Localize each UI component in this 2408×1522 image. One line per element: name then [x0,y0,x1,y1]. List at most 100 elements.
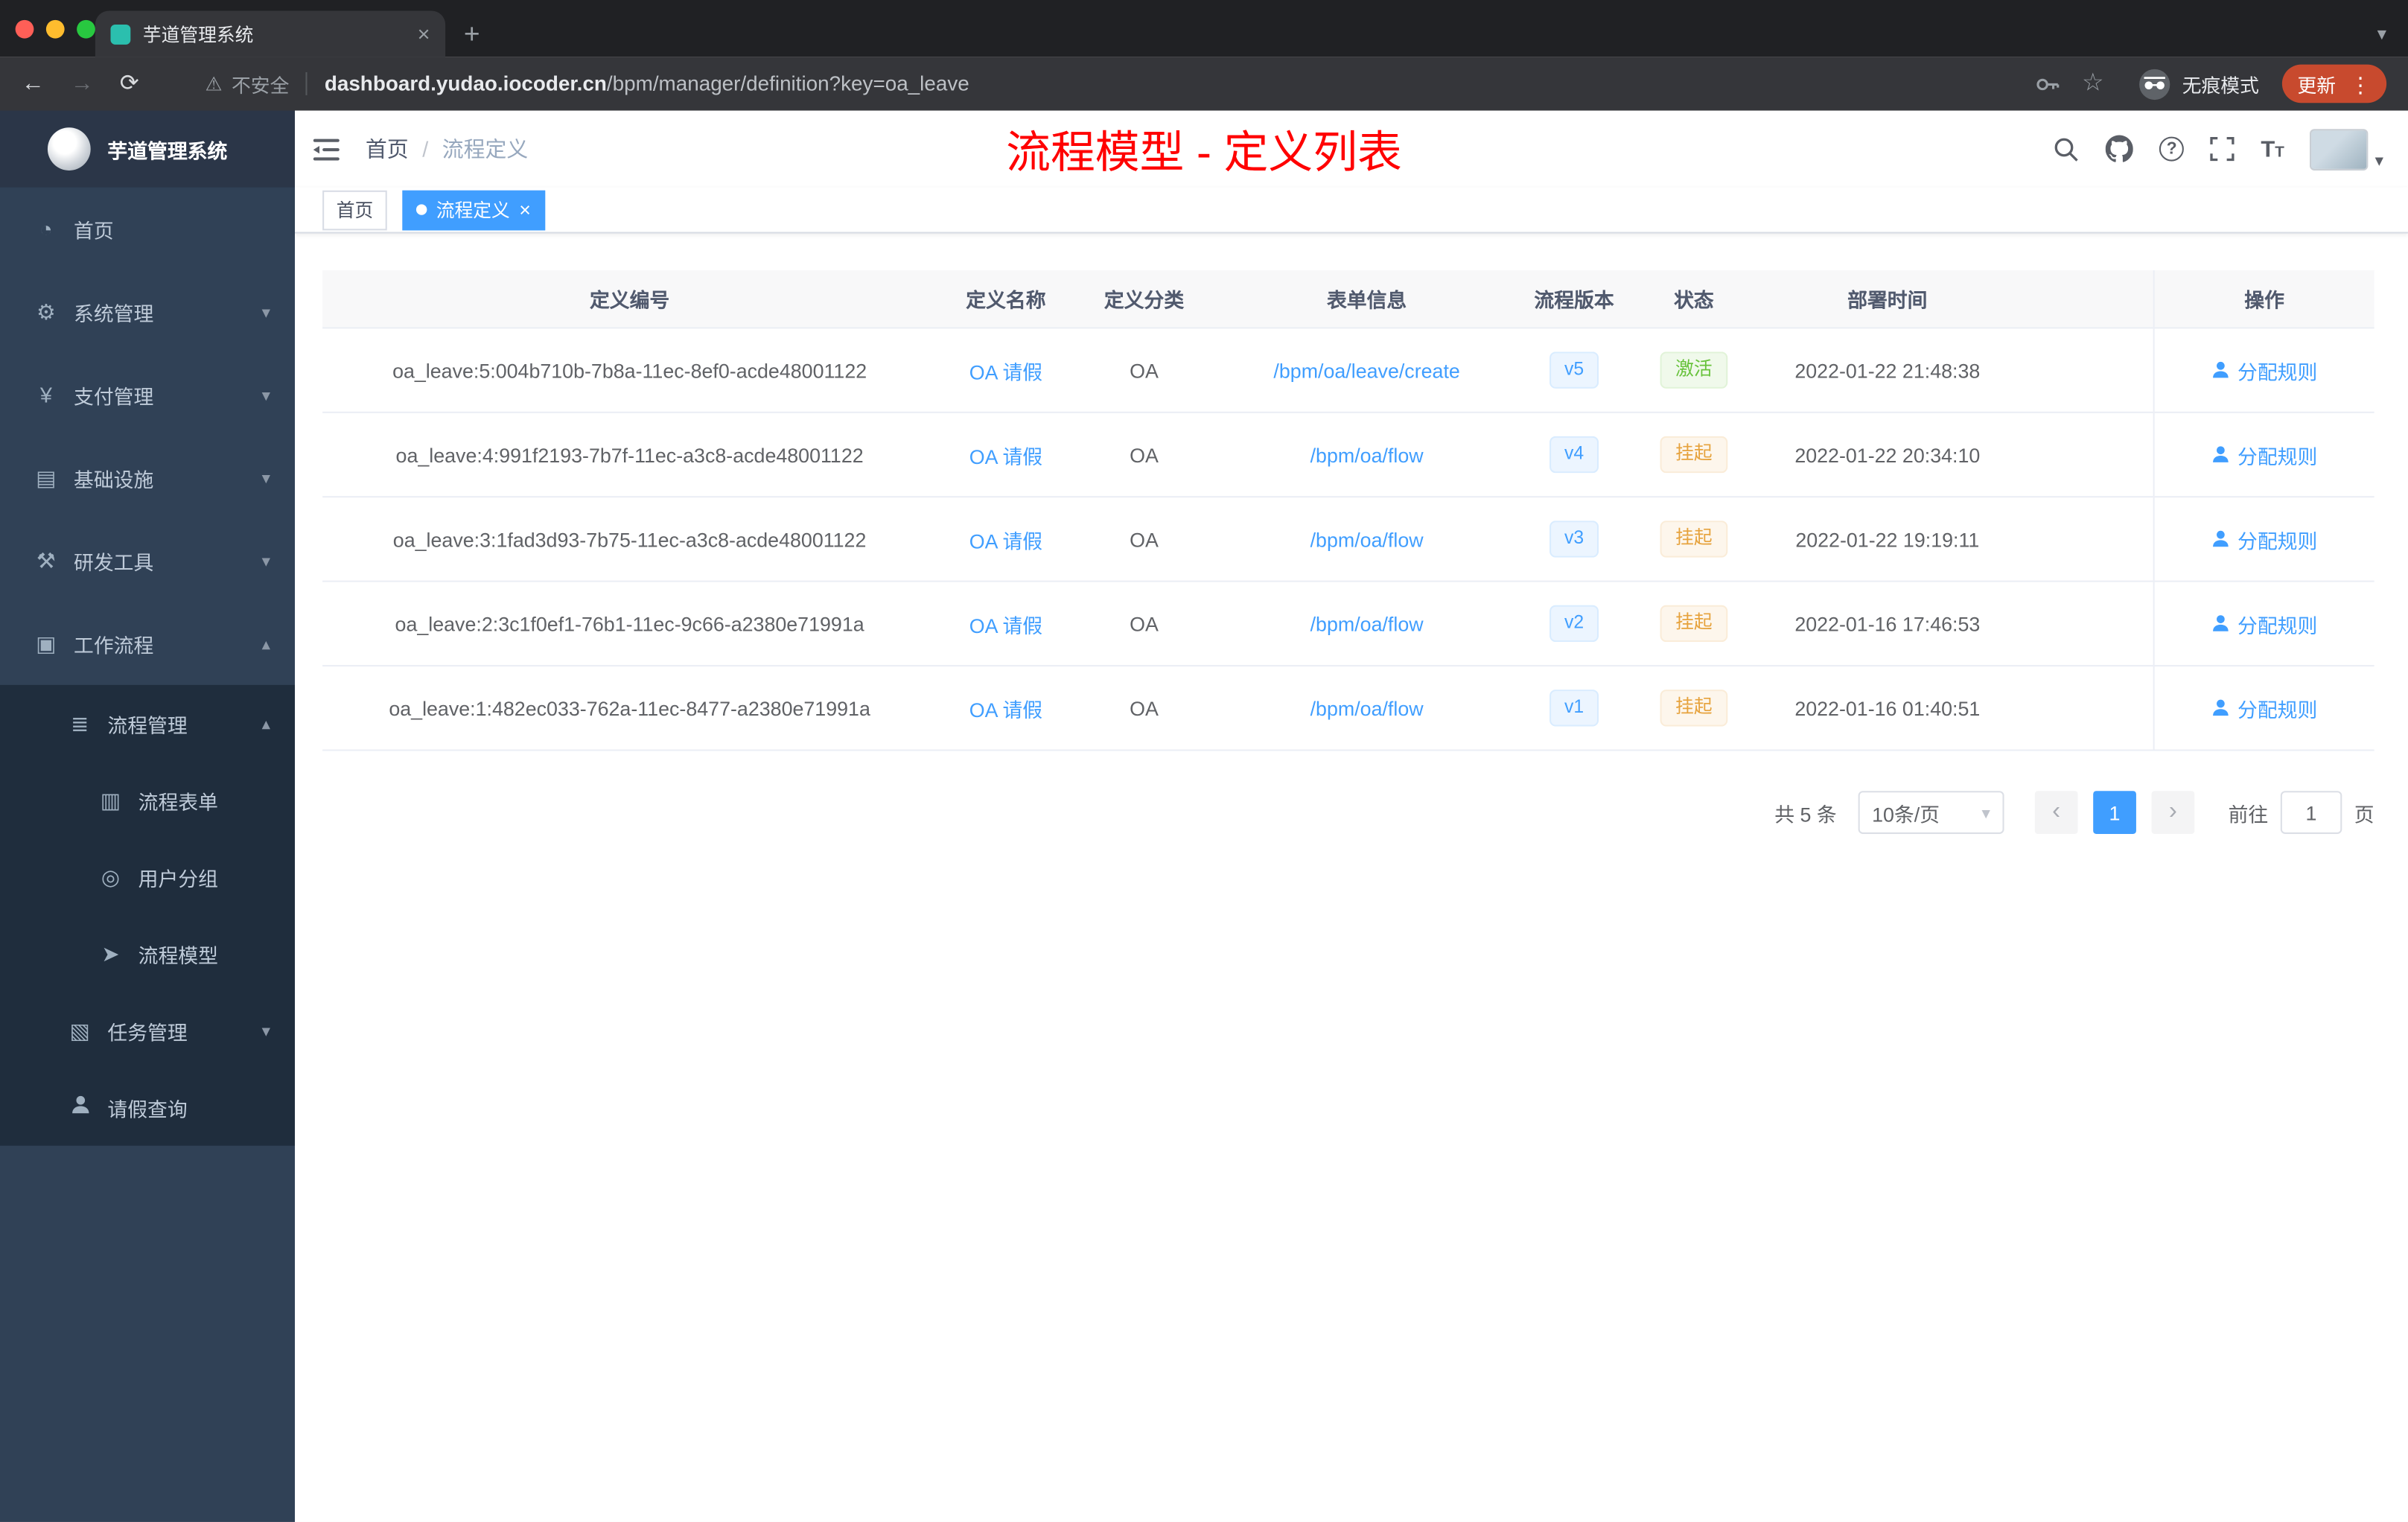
assign-rule-button[interactable]: 分配规则 [2211,440,2317,469]
assign-rule-button[interactable]: 分配规则 [2211,609,2317,638]
fullscreen-icon[interactable] [2210,136,2235,162]
page-size-value: 10条/页 [1872,802,1940,826]
sidebar-item-label: 流程表单 [138,790,218,814]
column-header-definition-id: 定义编号 [589,288,670,312]
sidebar-item-process-management[interactable]: ≣ 流程管理 ▴ [0,685,295,762]
version-badge: v3 [1549,520,1599,558]
app-logo[interactable]: 芋道管理系统 [0,110,295,188]
sidebar-item-leave-query[interactable]: 请假查询 [0,1069,295,1146]
form-info-link[interactable]: /bpm/oa/leave/create [1273,359,1459,382]
definition-name-link[interactable]: OA 请假 [969,445,1042,468]
tag-label: 流程定义 [436,200,510,221]
person-icon [68,1095,92,1120]
cell-deploy-time: 2022-01-22 19:19:11 [1795,527,1980,551]
tab-search-chevron-icon[interactable]: ▾ [2377,25,2386,43]
window-zoom-button[interactable] [77,19,95,39]
task-icon: ▧ [69,1017,90,1042]
next-page-button[interactable]: › [2151,791,2195,834]
sidebar-item-process-model[interactable]: ➤ 流程模型 [0,915,295,992]
cell-process-version: v5 [1520,351,1628,389]
sidebar-item-home[interactable]: ◔ 首页 [0,188,295,270]
cell-actions: 分配规则 [2153,666,2374,750]
forward-icon[interactable]: → [71,72,94,95]
sidebar-item-user-group[interactable]: ◎ 用户分组 [0,838,295,915]
tag-label: 首页 [336,200,374,221]
tag-home[interactable]: 首页 [322,189,387,230]
page-content: 定义编号 定义名称 定义分类 表单信息 流程版本 状态 部署时间 操作 oa_l… [295,234,2408,1522]
incognito-label: 无痕模式 [2182,75,2259,97]
tag-process-definition[interactable]: 流程定义 × [402,189,545,230]
sidebar-item-infrastructure[interactable]: ▤ 基础设施 ▾ [0,436,295,519]
search-icon[interactable] [2054,136,2080,162]
tag-close-icon[interactable]: × [519,200,531,220]
browser-menu-icon[interactable]: ⋮ [2350,73,2372,95]
key-icon[interactable] [2034,71,2059,96]
person-icon [2213,361,2229,378]
cell-definition-name: OA 请假 [937,440,1075,469]
definition-name-link[interactable]: OA 请假 [969,614,1042,637]
reload-icon[interactable]: ⟳ [120,72,139,95]
form-info-link[interactable]: /bpm/oa/flow [1310,612,1424,635]
new-tab-button[interactable]: + [464,20,480,48]
back-icon[interactable]: ← [22,72,45,95]
definition-name-link[interactable]: OA 请假 [969,360,1042,383]
browser-tab[interactable]: 芋道管理系统 × [95,10,446,57]
status-badge: 激活 [1660,351,1728,389]
workflow-submenu: ≣ 流程管理 ▴ ▥ 流程表单 ◎ 用户分组 ➤ 流程模型 ▧ 任务管理 ▾ 请… [0,684,295,1146]
breadcrumb-home[interactable]: 首页 [366,133,409,164]
assign-rule-button[interactable]: 分配规则 [2211,524,2317,553]
page-size-select[interactable]: 10条/页 ▾ [1858,791,2004,834]
cell-definition-name: OA 请假 [937,609,1075,638]
bookmark-star-icon[interactable]: ☆ [2082,71,2104,96]
form-info-link[interactable]: /bpm/oa/flow [1310,443,1424,466]
github-icon[interactable] [2106,135,2134,163]
version-badge: v1 [1549,690,1599,727]
cell-status: 激活 [1628,351,1759,389]
security-label: 不安全 [232,75,290,97]
cell-definition-name: OA 请假 [937,355,1075,384]
person-icon [2213,615,2229,631]
tab-close-icon[interactable]: × [418,23,430,45]
goto-label: 前往 [2228,802,2269,826]
update-button[interactable]: 更新 ⋮ [2281,64,2387,104]
cell-deploy-time: 2022-01-16 17:46:53 [1794,611,1981,635]
sidebar-item-label: 首页 [74,218,114,242]
table-row: oa_leave:3:1fad3d93-7b75-11ec-a3c8-acde4… [322,497,2374,582]
warning-icon: ⚠ [205,74,223,95]
form-info-link[interactable]: /bpm/oa/flow [1310,527,1424,550]
definition-name-link[interactable]: OA 请假 [969,698,1042,721]
sidebar-item-devtools[interactable]: ⚒ 研发工具 ▾ [0,519,295,602]
prev-page-button[interactable]: ‹ [2034,791,2078,834]
sidebar-item-task-management[interactable]: ▧ 任务管理 ▾ [0,992,295,1069]
window-close-button[interactable] [15,19,34,39]
sidebar-item-label: 支付管理 [74,384,154,408]
column-header-deploy-time: 部署时间 [1847,288,1928,312]
url-input[interactable]: dashboard.yudao.iocoder.cn/bpm/manager/d… [325,72,969,95]
sidebar-item-payment[interactable]: ¥ 支付管理 ▾ [0,353,295,436]
sidebar-collapse-icon[interactable] [313,138,341,161]
assign-rule-button[interactable]: 分配规则 [2211,693,2317,722]
sidebar-item-system[interactable]: ⚙ 系统管理 ▾ [0,270,295,353]
sidebar-item-workflow[interactable]: ▣ 工作流程 ▴ [0,602,295,685]
avatar [2310,128,2369,170]
incognito-icon [2138,68,2170,100]
goto-page-input[interactable] [2280,791,2342,834]
sidebar-item-label: 流程管理 [107,713,188,736]
window-minimize-button[interactable] [45,19,65,39]
font-size-icon[interactable]: TT [2261,138,2284,161]
omnibox-divider [306,71,308,95]
assign-rule-label: 分配规则 [2237,698,2318,722]
page-number-button[interactable]: 1 [2093,791,2136,834]
form-info-link[interactable]: /bpm/oa/flow [1310,696,1424,719]
sidebar-item-process-form[interactable]: ▥ 流程表单 [0,762,295,838]
security-indicator[interactable]: ⚠ 不安全 [206,69,290,98]
page-annotation-title: 流程模型 - 定义列表 [1006,129,1402,179]
user-menu[interactable]: ▾ [2310,128,2383,170]
column-header-status: 状态 [1674,288,1714,312]
definition-name-link[interactable]: OA 请假 [969,529,1042,553]
monitor-icon: ▣ [36,630,57,655]
help-icon[interactable]: ? [2159,136,2185,162]
assign-rule-button[interactable]: 分配规则 [2211,355,2317,384]
pagination-total: 共 5 条 [1774,802,1837,826]
assign-rule-label: 分配规则 [2237,445,2318,468]
